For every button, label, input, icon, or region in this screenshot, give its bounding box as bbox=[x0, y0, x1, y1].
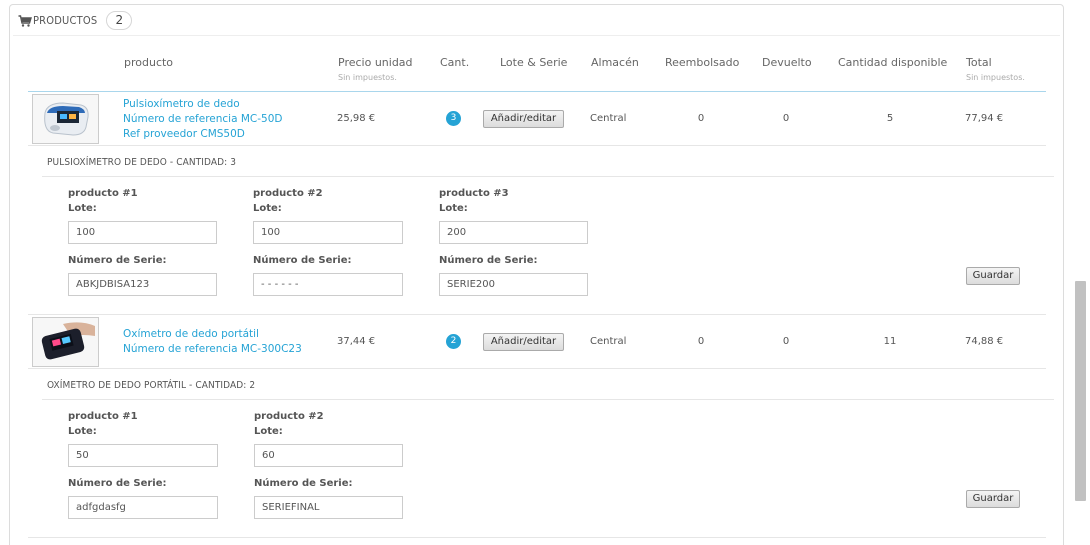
returned-qty: 0 bbox=[782, 113, 790, 124]
column-header-refunded: Reembolsado bbox=[665, 56, 740, 69]
product-supplier-ref-link[interactable]: Ref proveedor CMS50D bbox=[123, 128, 245, 140]
product-reference-link[interactable]: Número de referencia MC-300C23 bbox=[123, 343, 302, 355]
refunded-qty: 0 bbox=[697, 336, 705, 347]
lot-input[interactable] bbox=[68, 444, 218, 467]
line-total: 74,88 € bbox=[965, 336, 1004, 347]
panel-heading: PRODUCTOS 2 bbox=[18, 10, 133, 30]
serial-input[interactable] bbox=[68, 273, 217, 296]
column-header-total-note: Sin impuestos. bbox=[966, 73, 1025, 82]
unit-title: producto #1 bbox=[68, 411, 138, 422]
serial-input[interactable] bbox=[68, 496, 218, 519]
serial-input[interactable] bbox=[439, 273, 588, 296]
unit-price: 25,98 € bbox=[337, 113, 376, 124]
unit-title: producto #3 bbox=[439, 188, 509, 199]
returned-qty: 0 bbox=[782, 336, 790, 347]
row-divider bbox=[28, 537, 1046, 538]
panel-title: PRODUCTOS bbox=[33, 13, 98, 27]
lot-label: Lote: bbox=[68, 203, 97, 214]
column-header-returned: Devuelto bbox=[762, 56, 812, 69]
serial-label: Número de Serie: bbox=[68, 478, 167, 489]
serial-input[interactable] bbox=[254, 496, 403, 519]
shopping-cart-icon bbox=[18, 13, 32, 27]
lot-label: Lote: bbox=[439, 203, 468, 214]
save-button[interactable]: Guardar bbox=[966, 490, 1020, 508]
add-edit-lot-serial-button[interactable]: Añadir/editar bbox=[483, 333, 564, 351]
column-header-unit-price: Precio unidad bbox=[338, 56, 413, 69]
product-reference-link[interactable]: Número de referencia MC-50D bbox=[123, 113, 283, 125]
column-header-warehouse: Almacén bbox=[591, 56, 639, 69]
quantity-badge: 3 bbox=[446, 111, 461, 126]
lot-input[interactable] bbox=[439, 221, 588, 244]
row-divider bbox=[28, 314, 1046, 315]
unit-title: producto #2 bbox=[253, 188, 323, 199]
row-divider bbox=[28, 145, 1046, 146]
column-header-total: Total bbox=[966, 56, 992, 69]
product-image-portable-oximeter[interactable] bbox=[32, 317, 99, 367]
row-divider bbox=[28, 368, 1046, 369]
line-total: 77,94 € bbox=[965, 113, 1004, 124]
lot-label: Lote: bbox=[253, 203, 282, 214]
serial-input[interactable] bbox=[253, 273, 403, 296]
section-divider bbox=[42, 399, 1054, 400]
serial-label: Número de Serie: bbox=[253, 255, 352, 266]
unit-price: 37,44 € bbox=[337, 336, 376, 347]
serial-label: Número de Serie: bbox=[439, 255, 538, 266]
lot-serial-section-title: OXÍMETRO DE DEDO PORTÁTIL - CANTIDAD: 2 bbox=[47, 380, 256, 391]
lot-serial-section-title: PULSIOXÍMETRO DE DEDO - CANTIDAD: 3 bbox=[47, 157, 237, 168]
warehouse: Central bbox=[590, 113, 627, 124]
product-image-pulse-oximeter[interactable] bbox=[32, 94, 99, 144]
warehouse: Central bbox=[590, 336, 627, 347]
lot-input[interactable] bbox=[68, 221, 217, 244]
lot-label: Lote: bbox=[68, 426, 97, 437]
unit-title: producto #2 bbox=[254, 411, 324, 422]
section-divider bbox=[42, 176, 1054, 177]
divider bbox=[13, 35, 1060, 36]
product-name-link[interactable]: Oxímetro de dedo portátil bbox=[123, 328, 259, 340]
serial-label: Número de Serie: bbox=[254, 478, 353, 489]
quantity-badge: 2 bbox=[446, 334, 461, 349]
serial-label: Número de Serie: bbox=[68, 255, 167, 266]
column-header-qty: Cant. bbox=[440, 56, 470, 69]
table-header-divider bbox=[28, 91, 1046, 92]
add-edit-lot-serial-button[interactable]: Añadir/editar bbox=[483, 110, 564, 128]
product-count-badge: 2 bbox=[106, 10, 133, 30]
refunded-qty: 0 bbox=[697, 113, 705, 124]
column-header-lot-serial: Lote & Serie bbox=[500, 56, 568, 69]
unit-title: producto #1 bbox=[68, 188, 138, 199]
lot-input[interactable] bbox=[253, 221, 403, 244]
lot-input[interactable] bbox=[254, 444, 403, 467]
column-header-unit-price-note: Sin impuestos. bbox=[338, 73, 397, 82]
available-qty: 5 bbox=[886, 113, 894, 124]
save-button[interactable]: Guardar bbox=[966, 267, 1020, 285]
product-name-link[interactable]: Pulsioxímetro de dedo bbox=[123, 98, 240, 110]
vertical-scrollbar-thumb[interactable] bbox=[1075, 281, 1086, 501]
column-header-available: Cantidad disponible bbox=[838, 56, 948, 69]
lot-label: Lote: bbox=[254, 426, 283, 437]
available-qty: 11 bbox=[883, 336, 897, 347]
column-header-product: producto bbox=[124, 56, 174, 69]
